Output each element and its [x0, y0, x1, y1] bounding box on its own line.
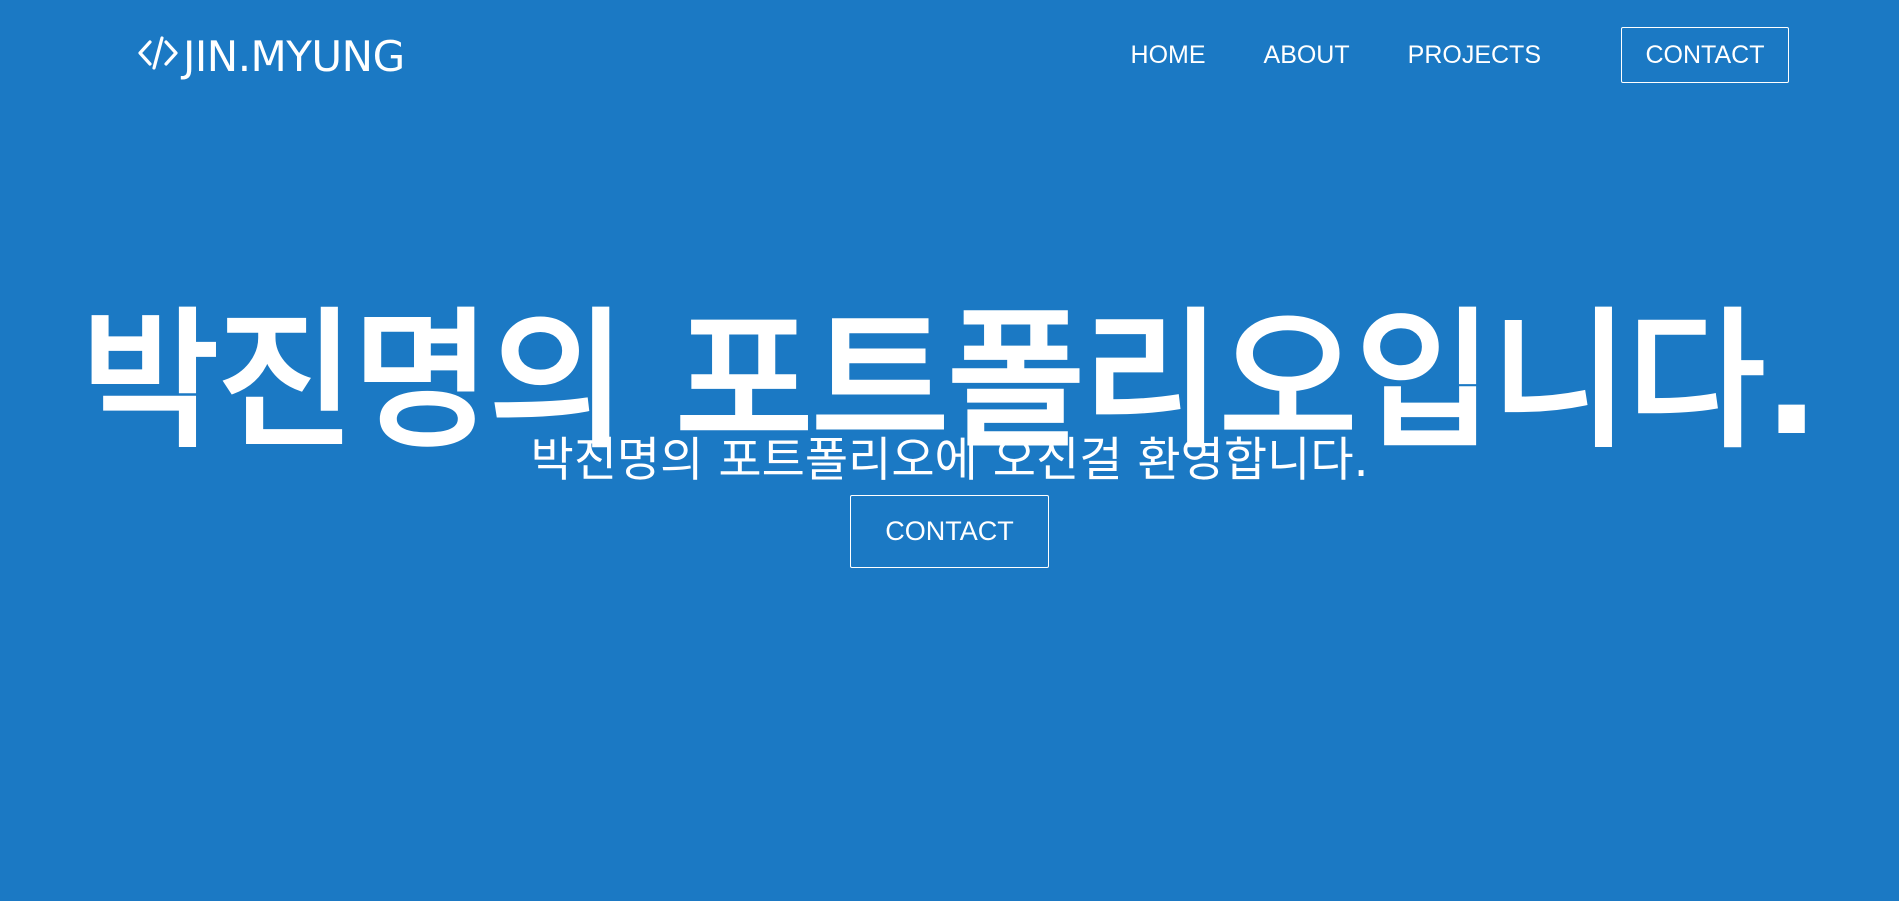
nav-about-link[interactable]: ABOUT [1264, 26, 1350, 84]
nav-projects-link[interactable]: PROJECTS [1408, 26, 1541, 84]
main-nav: HOME ABOUT PROJECTS CONTACT [1073, 26, 1789, 84]
nav-home-link[interactable]: HOME [1131, 26, 1206, 84]
hero-contact-button[interactable]: CONTACT [850, 495, 1049, 568]
site-header: JIN.MYUNG HOME ABOUT PROJECTS CONTACT [0, 0, 1899, 112]
hero-subtitle: 박진명의 포트폴리오에 오신걸 환영합니다. [530, 433, 1369, 488]
nav-contact-button[interactable]: CONTACT [1621, 27, 1789, 83]
logo-text: JIN.MYUNG [183, 32, 405, 81]
code-brackets-icon [137, 31, 181, 75]
site-logo[interactable]: JIN.MYUNG [137, 28, 405, 86]
